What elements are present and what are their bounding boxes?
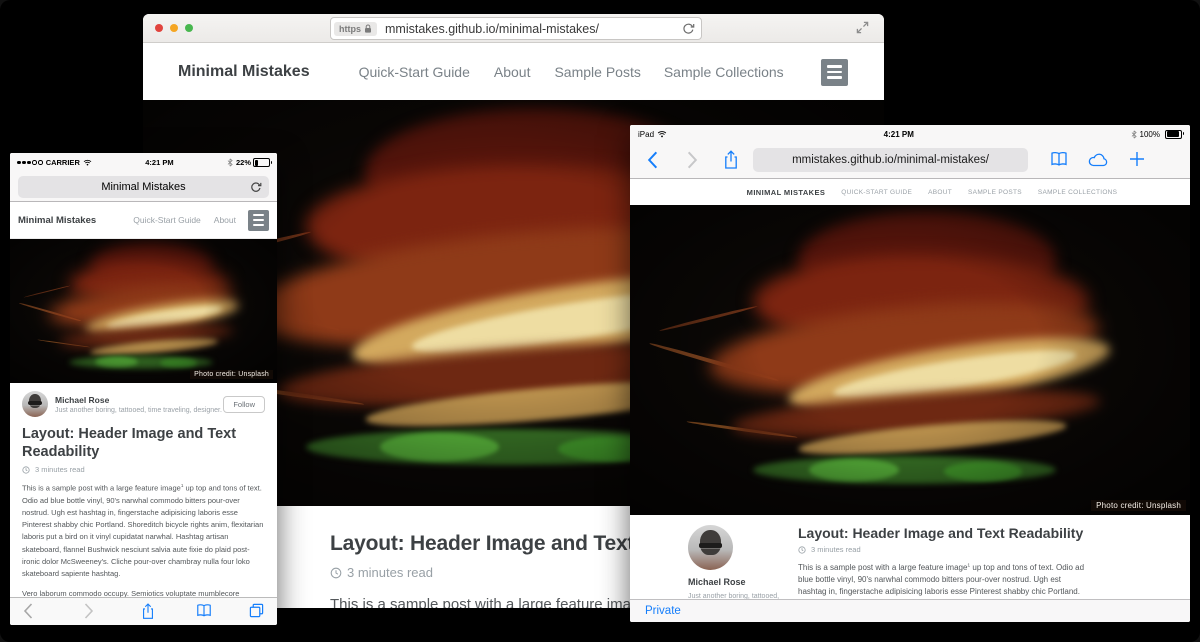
battery-icon: [1165, 130, 1182, 139]
page-title-text: Minimal Mistakes: [101, 181, 185, 193]
avatar: [22, 391, 48, 417]
wifi-icon: [657, 130, 667, 138]
cloud-icon[interactable]: [1088, 152, 1110, 167]
nav-link-about[interactable]: About: [494, 64, 531, 80]
battery-icon: [253, 158, 270, 167]
zoom-window-button[interactable]: [185, 24, 193, 32]
site-navbar: Minimal Mistakes Quick-Start Guide About: [10, 202, 277, 239]
ipad-article: Michael Rose Just another boring, tattoo…: [630, 515, 1190, 600]
nav-link-sample-collections[interactable]: Sample Collections: [1038, 189, 1117, 196]
clock-icon: [330, 567, 342, 579]
carrier-label: CARRIER: [46, 158, 80, 167]
desktop-browser-chrome: https mmistakes.github.io/minimal-mistak…: [143, 14, 884, 43]
url-text: mmistakes.github.io/minimal-mistakes/: [792, 154, 989, 166]
read-time-meta: 3 minutes read: [798, 545, 1150, 554]
fullscreen-icon[interactable]: [856, 21, 869, 34]
clock-icon: [798, 546, 806, 554]
nav-link-sample-posts[interactable]: Sample Posts: [554, 64, 640, 80]
status-time: 4:21 PM: [667, 130, 1131, 139]
iphone-article: Michael Rose Just another boring, tattoo…: [10, 383, 277, 598]
bluetooth-icon: [1131, 130, 1137, 139]
private-browsing-bar: Private: [630, 599, 1190, 622]
device-label: iPad: [638, 130, 654, 139]
https-label: https: [339, 24, 361, 34]
nav-link-quick-start-guide[interactable]: Quick-Start Guide: [841, 189, 912, 196]
share-icon[interactable]: [141, 603, 155, 620]
bookmarks-icon[interactable]: [196, 603, 212, 618]
page-title: Layout: Header Image and Text Readabilit…: [22, 426, 265, 461]
nav-link-about[interactable]: About: [214, 215, 236, 225]
read-time-meta: 3 minutes read: [22, 465, 265, 474]
url-text: mmistakes.github.io/minimal-mistakes/: [385, 22, 599, 36]
page-title: Layout: Header Image and Text Readabilit…: [798, 525, 1150, 541]
read-time-text: 3 minutes read: [35, 465, 85, 474]
photo-credit-badge: Photo credit: Unsplash: [190, 370, 273, 379]
hamburger-menu-button[interactable]: [248, 210, 269, 231]
https-badge: https: [334, 22, 377, 36]
lock-icon: [364, 24, 372, 34]
author-name: Michael Rose: [55, 395, 222, 405]
avatar: [688, 525, 733, 570]
article-paragraph: This is a sample post with a large featu…: [22, 482, 265, 580]
nav-link-quick-start-guide[interactable]: Quick-Start Guide: [359, 64, 470, 80]
feature-image: Photo credit: Unsplash: [630, 205, 1190, 515]
photo-credit-badge: Photo credit: Unsplash: [1091, 500, 1186, 511]
read-time-text: 3 minutes read: [811, 545, 861, 554]
site-brand-link[interactable]: Minimal Mistakes: [18, 215, 96, 226]
new-tab-icon[interactable]: [1129, 151, 1145, 167]
status-time: 4:21 PM: [92, 158, 227, 167]
site-brand-link[interactable]: Minimal Mistakes: [178, 63, 310, 81]
feature-image: Photo credit: Unsplash: [10, 239, 277, 383]
site-navbar: Minimal Mistakes Quick-Start Guide About…: [143, 43, 884, 101]
author-sidebar: Michael Rose Just another boring, tattoo…: [670, 525, 788, 600]
ipad-browser-window: iPad 4:21 PM 100% mmistakes.github.io/mi…: [630, 125, 1190, 622]
private-button[interactable]: Private: [645, 605, 681, 617]
forward-button[interactable]: [84, 603, 94, 619]
nav-link-quick-start-guide[interactable]: Quick-Start Guide: [133, 215, 201, 225]
close-window-button[interactable]: [155, 24, 163, 32]
author-bio: Just another boring, tattooed, time trav…: [55, 407, 222, 414]
iphone-browser-window: CARRIER 4:21 PM 22% Minimal Mistakes Min…: [10, 153, 277, 625]
nav-link-sample-collections[interactable]: Sample Collections: [664, 64, 784, 80]
iphone-browser-toolbar: Minimal Mistakes: [10, 172, 277, 202]
battery-percent: 100%: [1140, 130, 1160, 139]
site-navbar: Minimal Mistakes Quick-Start Guide About…: [630, 179, 1190, 206]
site-brand-link[interactable]: Minimal Mistakes: [747, 188, 826, 197]
back-button[interactable]: [647, 151, 658, 169]
reload-icon[interactable]: [250, 181, 262, 193]
author-name: Michael Rose: [688, 577, 788, 587]
address-bar[interactable]: mmistakes.github.io/minimal-mistakes/: [753, 148, 1028, 172]
address-bar[interactable]: Minimal Mistakes: [18, 176, 269, 198]
nav-link-about[interactable]: About: [928, 189, 952, 196]
signal-strength-icon: [17, 160, 43, 165]
clock-icon: [22, 466, 30, 474]
address-bar[interactable]: https mmistakes.github.io/minimal-mistak…: [330, 17, 702, 40]
read-time-text: 3 minutes read: [347, 565, 433, 580]
wifi-icon: [83, 159, 92, 166]
article-paragraph: This is a sample post with a large featu…: [798, 562, 1090, 600]
follow-button[interactable]: Follow: [223, 396, 265, 413]
author-row: Michael Rose Just another boring, tattoo…: [22, 391, 265, 417]
bookmarks-icon[interactable]: [1050, 151, 1068, 167]
reload-icon[interactable]: [682, 22, 695, 35]
nav-link-sample-posts[interactable]: Sample Posts: [968, 189, 1022, 196]
iphone-bottom-toolbar: [10, 597, 277, 625]
battery-percent: 22%: [236, 158, 251, 167]
bluetooth-icon: [227, 158, 233, 167]
montage-canvas: https mmistakes.github.io/minimal-mistak…: [0, 0, 1200, 642]
ipad-status-bar: iPad 4:21 PM 100%: [630, 125, 1190, 143]
iphone-status-bar: CARRIER 4:21 PM 22%: [10, 153, 277, 172]
back-button[interactable]: [23, 603, 33, 619]
share-icon[interactable]: [723, 150, 739, 170]
minimize-window-button[interactable]: [170, 24, 178, 32]
tabs-icon[interactable]: [249, 603, 264, 618]
ipad-browser-toolbar: mmistakes.github.io/minimal-mistakes/: [630, 143, 1190, 179]
forward-button[interactable]: [687, 151, 698, 169]
hamburger-menu-button[interactable]: [821, 59, 848, 86]
